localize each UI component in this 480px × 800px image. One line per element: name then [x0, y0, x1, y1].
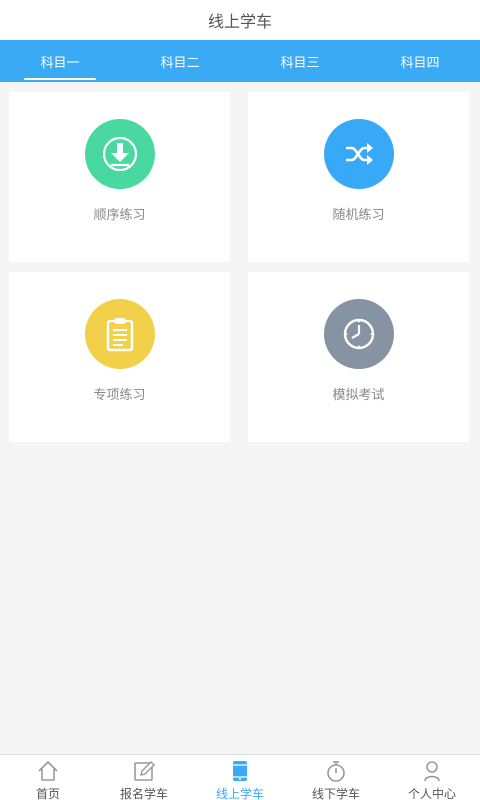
edit-icon — [133, 760, 155, 782]
special-practice-card[interactable]: 专项练习 — [9, 272, 230, 442]
nav-label: 线下学车 — [311, 787, 360, 800]
card-label: 随机练习 — [332, 208, 385, 223]
page-title: 线上学车 — [207, 12, 272, 31]
nav-label: 报名学车 — [119, 787, 168, 800]
nav-register[interactable]: 报名学车 — [96, 755, 192, 800]
clipboard-icon — [85, 299, 155, 369]
card-label: 模拟考试 — [332, 388, 385, 403]
clock-icon — [324, 299, 394, 369]
tab-subject-2[interactable]: 科目二 — [120, 40, 240, 82]
shuffle-icon — [324, 119, 394, 189]
mock-exam-card[interactable]: 模拟考试 — [248, 272, 469, 442]
download-icon — [85, 119, 155, 189]
nav-label: 个人中心 — [407, 787, 456, 800]
card-label: 顺序练习 — [93, 208, 146, 223]
tab-label: 科目二 — [160, 55, 200, 71]
tab-label: 科目四 — [400, 55, 440, 71]
home-icon — [37, 760, 59, 782]
nav-offline-learning[interactable]: 线下学车 — [288, 755, 384, 800]
nav-profile[interactable]: 个人中心 — [384, 755, 480, 800]
nav-label: 首页 — [35, 787, 60, 800]
nav-online-learning[interactable]: 线上学车 — [192, 755, 288, 800]
sequential-practice-card[interactable]: 顺序练习 — [9, 92, 230, 262]
tab-subject-1[interactable]: 科目一 — [0, 40, 120, 82]
random-practice-card[interactable]: 随机练习 — [248, 92, 469, 262]
tab-subject-3[interactable]: 科目三 — [240, 40, 360, 82]
tab-label: 科目一 — [40, 55, 80, 71]
bottom-nav: 首页 报名学车 线上学车 线下学车 个人中心 — [0, 754, 480, 800]
title-bar: 线上学车 — [0, 0, 480, 40]
tab-subject-4[interactable]: 科目四 — [360, 40, 480, 82]
stopwatch-icon — [325, 760, 347, 782]
user-icon — [421, 760, 443, 782]
tab-label: 科目三 — [280, 55, 320, 71]
subject-tabs: 科目一 科目二 科目三 科目四 — [0, 40, 480, 82]
nav-label: 线上学车 — [215, 787, 264, 800]
nav-home[interactable]: 首页 — [0, 755, 96, 800]
tablet-icon — [229, 760, 251, 782]
card-label: 专项练习 — [93, 388, 146, 403]
